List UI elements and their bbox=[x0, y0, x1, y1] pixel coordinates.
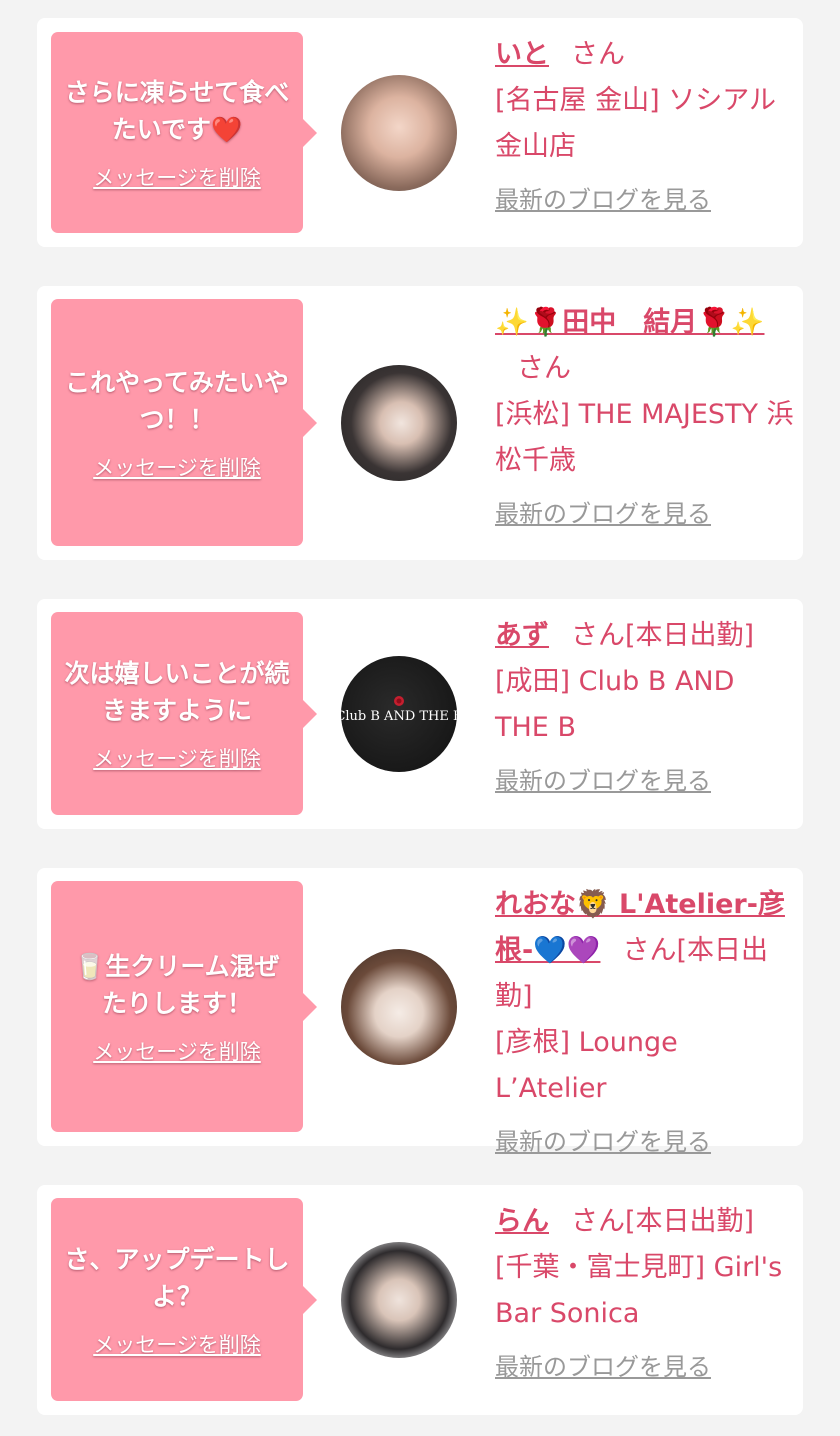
avatar-logo-text: Club B AND THE B bbox=[341, 709, 457, 724]
message-bubble: さ、アップデートしよ？ メッセージを削除 bbox=[51, 1198, 317, 1401]
cast-name-link[interactable]: ✨🌹田中 結月🌹✨ bbox=[495, 307, 764, 338]
cast-name-link[interactable]: あず bbox=[495, 620, 549, 651]
latest-blog-link[interactable]: 最新のブログを見る bbox=[495, 1122, 711, 1157]
shop-name: [彦根] Lounge L’Atelier bbox=[495, 1027, 678, 1104]
honorific: さん bbox=[571, 39, 625, 70]
message-card: 🥛生クリーム混ぜたりします！ メッセージを削除 れおな🦁 L'Atelier-彦… bbox=[37, 868, 803, 1156]
cast-name-link[interactable]: らん bbox=[495, 1206, 549, 1237]
club-logo-icon: Club B AND THE B bbox=[341, 696, 457, 724]
avatar[interactable] bbox=[341, 949, 457, 1065]
delete-message-link[interactable]: メッセージを削除 bbox=[93, 1036, 261, 1066]
message-text: 🥛生クリーム混ぜたりします！ bbox=[74, 951, 280, 1018]
message-card: これやってみたいやつ！！ メッセージを削除 ✨🌹田中 結月🌹✨ さん [浜松] T… bbox=[37, 286, 803, 560]
message-text: これやってみたいやつ！！ bbox=[65, 367, 289, 434]
honorific: さん bbox=[517, 353, 571, 384]
shop-name: [浜松] THE MAJESTY 浜松千歳 bbox=[495, 399, 794, 476]
cast-info: あず さん[本日出勤] [成田] Club B AND THE B 最新のブログを… bbox=[495, 613, 795, 796]
cast-info: いと さん [名古屋 金山] ソシアル金山店 最新のブログを見る bbox=[495, 32, 795, 215]
message-card: 次は嬉しいことが続きますように メッセージを削除 Club B AND THE … bbox=[37, 599, 803, 829]
latest-blog-link[interactable]: 最新のブログを見る bbox=[495, 761, 711, 796]
message-bubble: 🥛生クリーム混ぜたりします！ メッセージを削除 bbox=[51, 881, 317, 1132]
avatar[interactable]: Club B AND THE B bbox=[341, 656, 457, 772]
message-text: さ、アップデートしよ？ bbox=[64, 1244, 290, 1311]
shop-name: [名古屋 金山] ソシアル金山店 bbox=[495, 85, 776, 162]
avatar[interactable] bbox=[341, 1242, 457, 1358]
latest-blog-link[interactable]: 最新のブログを見る bbox=[495, 1347, 711, 1382]
avatar[interactable] bbox=[341, 365, 457, 481]
cast-info: ✨🌹田中 結月🌹✨ さん [浜松] THE MAJESTY 浜松千歳 最新のブログ… bbox=[495, 300, 795, 529]
cast-info: れおな🦁 L'Atelier-彦根-💙💜 さん[本日出勤] [彦根] Lounge… bbox=[495, 882, 795, 1157]
message-bubble: さらに凍らせて食べたいです❤️ メッセージを削除 bbox=[51, 32, 317, 233]
delete-message-link[interactable]: メッセージを削除 bbox=[93, 1329, 261, 1359]
message-text: さらに凍らせて食べたいです❤️ bbox=[64, 77, 290, 144]
delete-message-link[interactable]: メッセージを削除 bbox=[93, 162, 261, 192]
delete-message-link[interactable]: メッセージを削除 bbox=[93, 452, 261, 482]
delete-message-link[interactable]: メッセージを削除 bbox=[93, 743, 261, 773]
shop-name: [成田] Club B AND THE B bbox=[495, 666, 735, 743]
avatar[interactable] bbox=[341, 75, 457, 191]
message-bubble: これやってみたいやつ！！ メッセージを削除 bbox=[51, 299, 317, 546]
message-text: 次は嬉しいことが続きますように bbox=[64, 658, 290, 725]
latest-blog-link[interactable]: 最新のブログを見る bbox=[495, 494, 711, 529]
cast-name-link[interactable]: いと bbox=[495, 39, 549, 70]
honorific: さん[本日出勤] bbox=[571, 620, 755, 651]
message-card: さ、アップデートしよ？ メッセージを削除 らん さん[本日出勤] [千葉・富士見町… bbox=[37, 1185, 803, 1415]
message-bubble: 次は嬉しいことが続きますように メッセージを削除 bbox=[51, 612, 317, 815]
cast-info: らん さん[本日出勤] [千葉・富士見町] Girl's Bar Sonica 最… bbox=[495, 1199, 795, 1382]
message-card: さらに凍らせて食べたいです❤️ メッセージを削除 いと さん [名古屋 金山] ソ… bbox=[37, 18, 803, 247]
shop-name: [千葉・富士見町] Girl's Bar Sonica bbox=[495, 1252, 783, 1329]
latest-blog-link[interactable]: 最新のブログを見る bbox=[495, 180, 711, 215]
honorific: さん[本日出勤] bbox=[571, 1206, 755, 1237]
